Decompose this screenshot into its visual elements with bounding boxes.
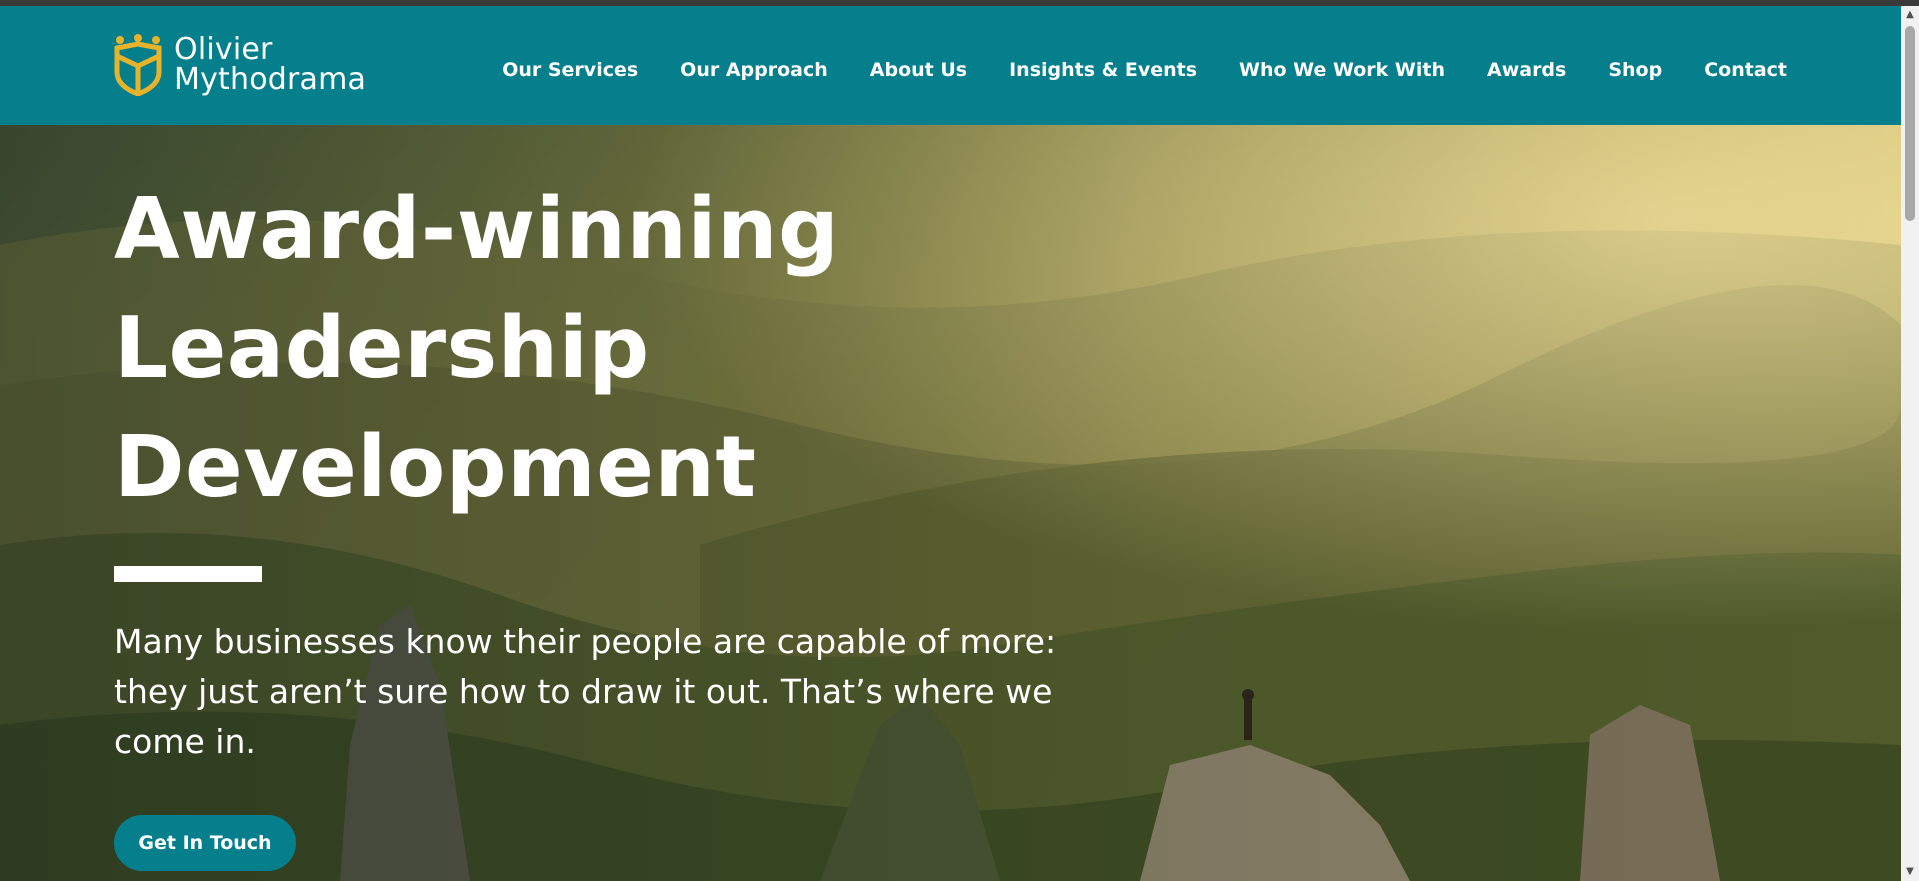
arrow-up-icon[interactable]: ▲ xyxy=(1901,6,1919,24)
get-in-touch-button[interactable]: Get In Touch xyxy=(114,815,296,871)
nav-awards[interactable]: Awards xyxy=(1487,55,1566,85)
main-nav: Our Services Our Approach About Us Insig… xyxy=(460,55,1787,85)
logo-line-1: Olivier xyxy=(174,32,273,67)
logo-text: Olivier Mythodrama xyxy=(174,35,366,95)
crown-shield-icon xyxy=(114,34,162,96)
hero-subtitle: Many businesses know their people are ca… xyxy=(114,622,1057,761)
hero-divider xyxy=(114,566,262,582)
hero-title-line-2: Leadership xyxy=(114,299,650,398)
arrow-down-icon[interactable]: ▼ xyxy=(1901,863,1919,881)
nav-our-services[interactable]: Our Services xyxy=(502,55,638,85)
hero-title-line-1: Award-winning xyxy=(114,180,840,279)
scrollbar-thumb[interactable] xyxy=(1905,26,1915,221)
page: Olivier Mythodrama Our Services Our Appr… xyxy=(0,0,1919,881)
hero-title: Award-winning Leadership Development xyxy=(114,170,1014,527)
nav-our-approach[interactable]: Our Approach xyxy=(680,55,828,85)
nav-insights-events[interactable]: Insights & Events xyxy=(1009,55,1197,85)
hero-title-line-3: Development xyxy=(114,418,757,517)
site-header: Olivier Mythodrama Our Services Our Appr… xyxy=(0,6,1901,125)
nav-who-we-work-with[interactable]: Who We Work With xyxy=(1239,55,1445,85)
logo-line-2: Mythodrama xyxy=(174,62,367,97)
hero-section: Award-winning Leadership Development Man… xyxy=(0,125,1901,881)
nav-shop[interactable]: Shop xyxy=(1608,55,1662,85)
site-logo[interactable]: Olivier Mythodrama xyxy=(114,34,366,96)
page-scrollbar[interactable]: ▲ ▼ xyxy=(1901,6,1919,881)
nav-contact[interactable]: Contact xyxy=(1704,55,1787,85)
nav-about-us[interactable]: About Us xyxy=(870,55,967,85)
